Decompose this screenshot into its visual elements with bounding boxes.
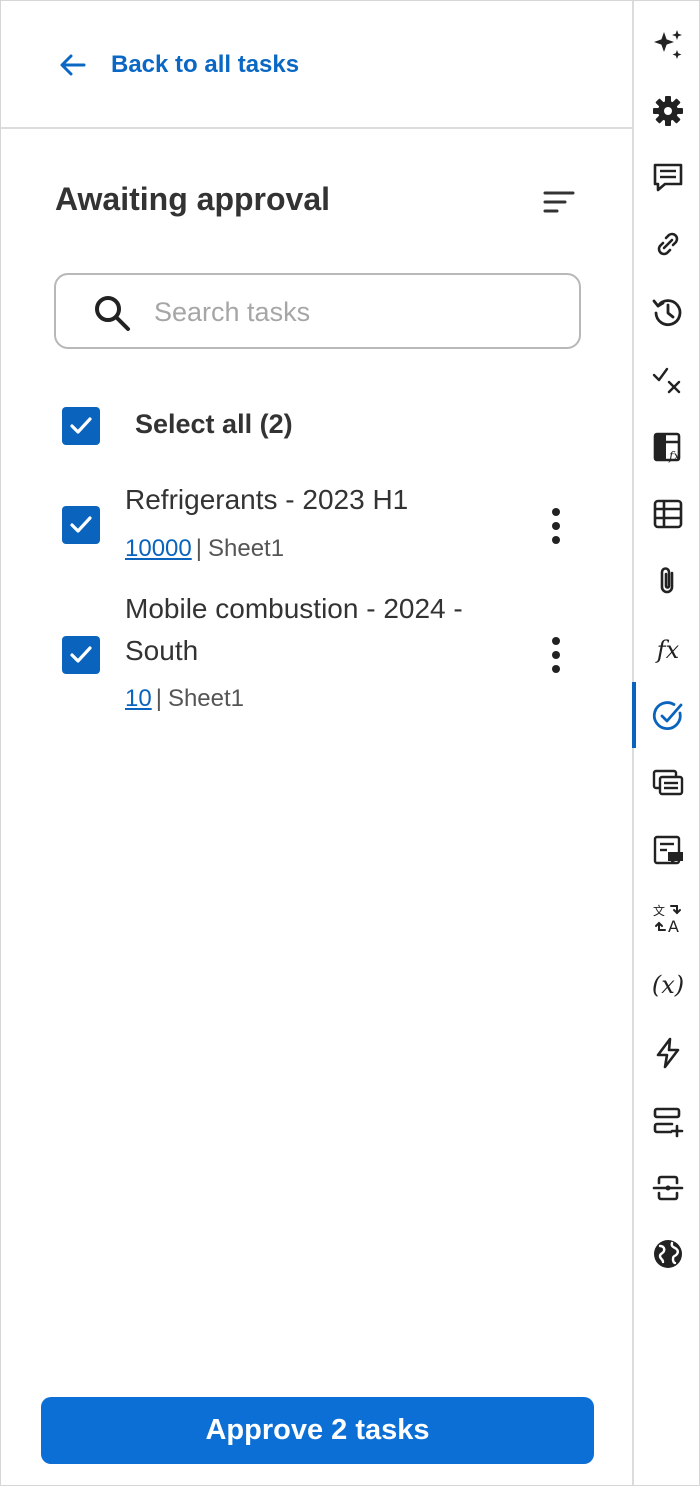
- select-all-label: Select all (2): [135, 409, 293, 439]
- sheet-formula-icon[interactable]: fx: [650, 429, 686, 465]
- task-meta-separator: |: [195, 535, 202, 562]
- task-checkbox[interactable]: [62, 636, 100, 674]
- sort-icon: [543, 191, 575, 213]
- active-indicator: [632, 682, 636, 748]
- select-all-checkbox[interactable]: [62, 407, 100, 445]
- task-ref-link[interactable]: 10: [125, 685, 152, 713]
- paperclip-icon[interactable]: [650, 563, 686, 599]
- variable-icon[interactable]: (x): [650, 967, 686, 1003]
- connector-icon[interactable]: [650, 1170, 686, 1206]
- svg-text:fx: fx: [668, 449, 680, 463]
- arrow-left-icon: [60, 54, 86, 76]
- task-sheet: Sheet1: [167, 685, 245, 712]
- task-ref-link[interactable]: 10000: [125, 535, 192, 563]
- back-link-label: Back to all tasks: [111, 51, 300, 78]
- task-more-menu-button[interactable]: [546, 635, 566, 675]
- tasks-check-icon[interactable]: [650, 698, 686, 734]
- search-icon: [95, 296, 130, 331]
- back-bar: Back to all tasks: [1, 1, 632, 129]
- cards-icon[interactable]: [650, 765, 686, 801]
- task-meta: 10000 | Sheet1: [125, 535, 284, 563]
- task-title-continued[interactable]: South: [125, 630, 198, 672]
- history-icon[interactable]: [650, 294, 686, 330]
- back-to-all-tasks-link[interactable]: Back to all tasks: [57, 47, 299, 83]
- function-icon[interactable]: fx: [650, 632, 686, 668]
- check-x-icon[interactable]: [650, 362, 686, 398]
- comment-icon[interactable]: [650, 160, 686, 196]
- approve-tasks-button[interactable]: Approve 2 tasks: [41, 1397, 594, 1464]
- page-title: Awaiting approval: [55, 181, 331, 217]
- sparkle-icon[interactable]: [650, 27, 686, 63]
- globe-icon[interactable]: [650, 1236, 686, 1272]
- gear-icon[interactable]: [650, 93, 686, 129]
- checkmark-icon: [70, 646, 92, 663]
- translate-icon[interactable]: 文A: [650, 900, 686, 936]
- right-sidebar: fx fx 文A (x): [632, 1, 699, 1485]
- checkmark-icon: [70, 417, 92, 434]
- lightning-icon[interactable]: [650, 1035, 686, 1071]
- link-icon[interactable]: [650, 226, 686, 262]
- table-icon[interactable]: [650, 496, 686, 532]
- task-meta-separator: |: [155, 685, 162, 712]
- search-box: [54, 273, 581, 349]
- task-title[interactable]: Mobile combustion - 2024 -: [125, 588, 463, 630]
- task-sheet: Sheet1: [207, 535, 285, 562]
- svg-text:文: 文: [653, 903, 665, 918]
- task-checkbox[interactable]: [62, 506, 100, 544]
- task-more-menu-button[interactable]: [546, 506, 566, 546]
- search-input[interactable]: [154, 289, 554, 335]
- note-comment-icon[interactable]: [650, 832, 686, 868]
- sort-button[interactable]: [541, 187, 577, 217]
- add-row-icon[interactable]: [650, 1103, 686, 1139]
- task-title[interactable]: Refrigerants - 2023 H1: [125, 479, 408, 521]
- svg-text:A: A: [668, 917, 679, 935]
- tasks-panel: Back to all tasks Awaiting approval Sele…: [1, 1, 632, 1485]
- checkmark-icon: [70, 516, 92, 533]
- task-meta: 10 | Sheet1: [125, 685, 244, 713]
